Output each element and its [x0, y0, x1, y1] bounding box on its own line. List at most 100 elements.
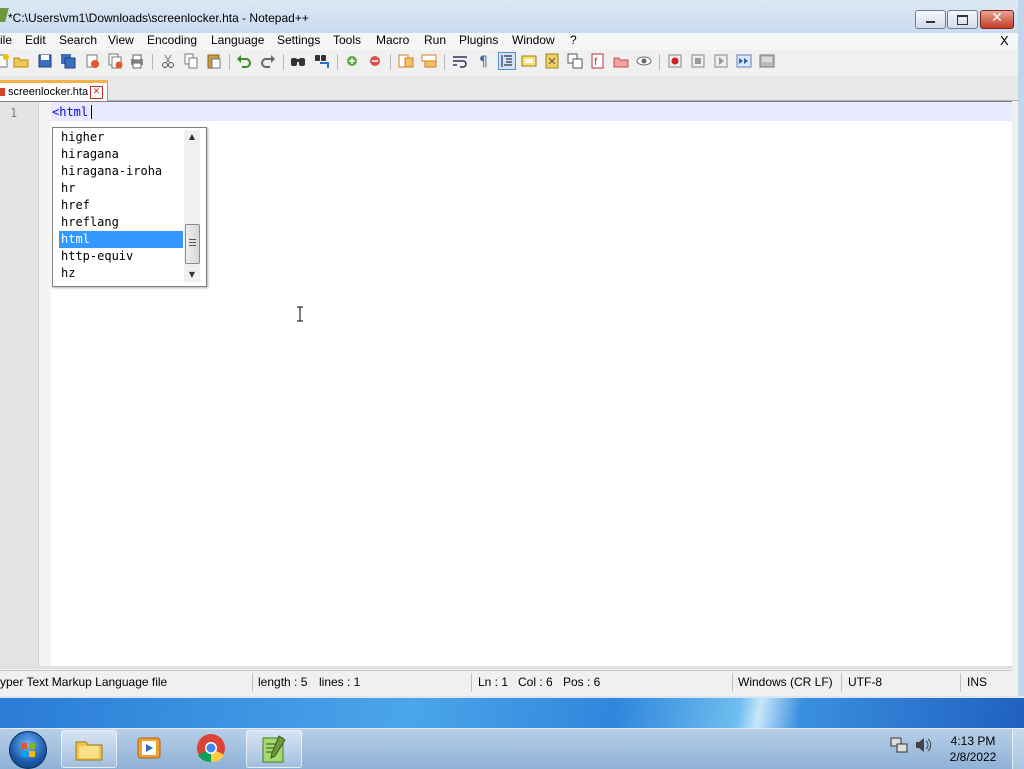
show-all-chars-icon[interactable]: ¶: [476, 53, 492, 69]
menu-help[interactable]: ?: [570, 33, 577, 47]
print-icon[interactable]: [129, 53, 145, 69]
autocomplete-list[interactable]: higher hiragana hiragana-iroha hr href h…: [52, 127, 207, 287]
menu-window[interactable]: Window: [512, 33, 555, 47]
tab-screenlocker[interactable]: screenlocker.hta ✕: [0, 80, 108, 102]
horizontal-scrollbar[interactable]: [0, 666, 1012, 669]
desktop-wallpaper: [0, 698, 1024, 728]
status-lines: lines : 1: [319, 675, 361, 689]
close-button[interactable]: ✕: [980, 10, 1014, 29]
play-macro-icon[interactable]: [713, 53, 729, 69]
document-map-icon[interactable]: [544, 53, 560, 69]
fold-margin[interactable]: [39, 102, 51, 666]
folder-as-workspace-icon[interactable]: f: [590, 53, 606, 69]
status-pos: Pos : 6: [563, 675, 601, 689]
autocomplete-item[interactable]: hz: [59, 265, 183, 282]
cut-icon[interactable]: [160, 53, 176, 69]
replace-icon[interactable]: [314, 53, 330, 69]
clock-time: 4:13 PM: [950, 734, 996, 748]
notepadpp-icon: [262, 735, 286, 763]
autocomplete-item[interactable]: hreflang: [59, 214, 183, 231]
menu-edit[interactable]: Edit: [25, 33, 46, 47]
menu-view[interactable]: View: [108, 33, 134, 47]
volume-icon[interactable]: [914, 736, 932, 754]
scroll-down-icon[interactable]: ▼: [184, 268, 200, 282]
tab-bar: screenlocker.hta ✕: [0, 76, 1018, 102]
new-icon[interactable]: [0, 53, 10, 69]
status-encoding[interactable]: UTF-8: [848, 675, 882, 689]
run-macro-multiple-icon[interactable]: [736, 53, 752, 69]
menu-file[interactable]: ile: [0, 33, 12, 47]
chrome-icon: [197, 734, 225, 763]
taskbar-explorer[interactable]: [61, 730, 117, 768]
autocomplete-item[interactable]: http-equiv: [59, 248, 183, 265]
scroll-up-icon[interactable]: ▲: [184, 130, 200, 144]
line-number-gutter: 1: [0, 102, 39, 666]
find-icon[interactable]: [290, 53, 306, 69]
autocomplete-item[interactable]: higher: [59, 129, 183, 146]
save-macro-icon[interactable]: [759, 53, 775, 69]
taskbar-notepadpp[interactable]: [246, 730, 302, 768]
folder-icon[interactable]: [613, 53, 629, 69]
status-ins-mode[interactable]: INS: [967, 675, 987, 689]
tab-label: screenlocker.hta: [8, 86, 89, 98]
save-icon[interactable]: [37, 53, 53, 69]
code-line[interactable]: <html: [52, 105, 88, 119]
record-macro-icon[interactable]: [667, 53, 683, 69]
menu-language[interactable]: Language: [211, 33, 264, 47]
taskbar-media-player[interactable]: [122, 730, 176, 766]
svg-text:¶: ¶: [479, 54, 488, 69]
close-document-button[interactable]: X: [1000, 33, 1009, 48]
user-language-icon[interactable]: [521, 53, 537, 69]
autocomplete-item[interactable]: hiragana: [59, 146, 183, 163]
toolbar-separator: [444, 54, 445, 70]
tab-close-icon[interactable]: ✕: [90, 86, 103, 99]
system-clock[interactable]: 4:13 PM 2/8/2022: [940, 733, 1006, 765]
menu-macro[interactable]: Macro: [376, 33, 409, 47]
sync-horizontal-icon[interactable]: [421, 53, 437, 69]
menu-tools[interactable]: Tools: [333, 33, 361, 47]
open-icon[interactable]: [13, 53, 29, 69]
sync-vertical-icon[interactable]: [398, 53, 414, 69]
indent-guide-icon[interactable]: [498, 52, 516, 70]
stop-macro-icon[interactable]: [690, 53, 706, 69]
autocomplete-item-selected[interactable]: html: [59, 231, 183, 248]
autocomplete-item[interactable]: hr: [59, 180, 183, 197]
autocomplete-scrollbar[interactable]: ▲ ▼: [184, 130, 200, 282]
zoom-in-icon[interactable]: [344, 53, 360, 69]
zoom-out-icon[interactable]: [367, 53, 383, 69]
maximize-button[interactable]: [947, 10, 978, 29]
menu-search[interactable]: Search: [59, 33, 97, 47]
status-divider: [732, 673, 733, 692]
minimize-button[interactable]: [915, 10, 946, 29]
scrollbar-thumb[interactable]: [185, 224, 200, 264]
close-icon[interactable]: [84, 53, 100, 69]
status-length: length : 5: [258, 675, 308, 689]
close-all-icon[interactable]: [107, 53, 123, 69]
ibeam-cursor-icon: [297, 306, 303, 322]
menu-settings[interactable]: Settings: [277, 33, 320, 47]
menu-run[interactable]: Run: [424, 33, 446, 47]
redo-icon[interactable]: [260, 53, 276, 69]
start-button[interactable]: [9, 731, 47, 769]
autocomplete-item[interactable]: hiragana-iroha: [59, 163, 183, 180]
monitoring-icon[interactable]: [636, 53, 652, 69]
save-all-icon[interactable]: [60, 53, 76, 69]
word-wrap-icon[interactable]: [452, 53, 468, 69]
show-desktop-button[interactable]: [1012, 729, 1024, 769]
editor-area[interactable]: 1 <html higher hiragana hiragana-iroha h…: [0, 101, 1012, 666]
function-list-icon[interactable]: [567, 53, 583, 69]
menu-encoding[interactable]: Encoding: [147, 33, 197, 47]
title-bar[interactable]: *C:\Users\vm1\Downloads\screenlocker.hta…: [0, 0, 1018, 33]
autocomplete-item[interactable]: href: [59, 197, 183, 214]
network-icon[interactable]: [890, 736, 908, 754]
undo-icon[interactable]: [236, 53, 252, 69]
taskbar: 4:13 PM 2/8/2022: [0, 698, 1024, 769]
taskbar-chrome[interactable]: [184, 730, 238, 766]
toolbar-separator: [337, 54, 338, 70]
text-caret: [91, 105, 92, 119]
copy-icon[interactable]: [183, 53, 199, 69]
paste-icon[interactable]: [206, 53, 222, 69]
status-eol[interactable]: Windows (CR LF): [738, 675, 833, 689]
status-divider: [252, 673, 253, 692]
menu-plugins[interactable]: Plugins: [459, 33, 498, 47]
